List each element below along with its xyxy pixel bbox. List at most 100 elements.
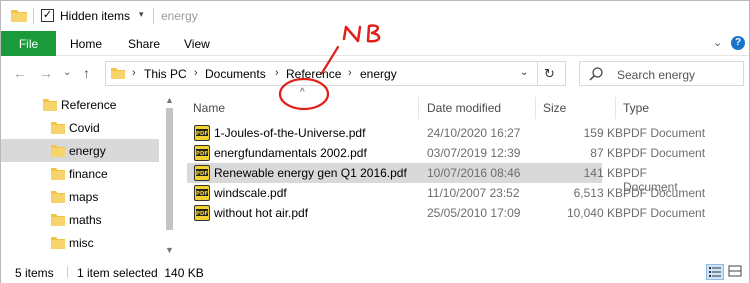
- address-divider: [537, 62, 538, 85]
- chevron-right-icon[interactable]: ›: [275, 67, 279, 79]
- file-date: 03/07/2019 12:39: [427, 146, 521, 160]
- help-icon[interactable]: ?: [731, 36, 745, 50]
- scroll-down-icon[interactable]: ▼: [165, 245, 174, 255]
- up-arrow-icon[interactable]: ↑: [83, 65, 90, 81]
- column-header-size[interactable]: Size: [543, 101, 566, 115]
- scroll-up-icon[interactable]: ▲: [165, 95, 174, 105]
- large-icons-view-icon: [728, 265, 742, 277]
- sidebar-item-reference[interactable]: Reference: [1, 93, 159, 116]
- file-row[interactable]: PDF Renewable energy gen Q1 2016.pdf 10/07…: [187, 163, 678, 194]
- folder-icon[interactable]: [11, 9, 27, 22]
- folder-icon: [111, 68, 125, 79]
- title-bar: ✓ Hidden items ▾ energy: [1, 1, 749, 31]
- tab-share[interactable]: Share: [128, 37, 160, 51]
- file-row[interactable]: PDF windscale.pdf 11/10/2007 23:52 6,513 KB…: [187, 183, 749, 203]
- svg-text:PDF: PDF: [196, 171, 209, 177]
- scroll-thumb[interactable]: [166, 108, 173, 230]
- folder-icon: [51, 237, 65, 249]
- chevron-right-icon[interactable]: ›: [348, 67, 352, 79]
- folder-icon: [43, 99, 57, 111]
- sidebar-item-label: maps: [69, 190, 99, 204]
- window-title: energy: [161, 9, 198, 23]
- sidebar-item-covid[interactable]: Covid: [1, 116, 159, 139]
- status-separator: [67, 266, 68, 278]
- sidebar-item-label: Covid: [69, 121, 100, 135]
- chevron-right-icon[interactable]: ›: [132, 67, 136, 79]
- hidden-items-checkbox[interactable]: ✓: [41, 9, 54, 22]
- breadcrumb-reference[interactable]: Reference: [286, 67, 341, 81]
- details-view-button[interactable]: [706, 264, 724, 280]
- file-size: 10,040 KB: [566, 206, 623, 220]
- breadcrumb-this-pc[interactable]: This PC: [144, 67, 187, 81]
- column-header-row: ^ Name Date modified Size Type: [183, 87, 749, 119]
- file-row[interactable]: PDF 1-Joules-of-the-Universe.pdf 24/10/202…: [187, 123, 749, 143]
- file-row[interactable]: PDF energfundamentals 2002.pdf 03/07/2019 …: [187, 143, 749, 163]
- address-bar[interactable]: › This PC › Documents › Reference › ener…: [105, 61, 566, 86]
- tab-file[interactable]: File: [1, 31, 56, 56]
- svg-text:PDF: PDF: [196, 151, 209, 157]
- sidebar-item-finance[interactable]: finance: [1, 162, 159, 185]
- hidden-items-label[interactable]: Hidden items: [60, 9, 130, 23]
- folder-icon: [51, 145, 65, 157]
- quick-access-dropdown-icon[interactable]: ▾: [139, 9, 144, 20]
- file-date: 25/05/2010 17:09: [427, 206, 521, 220]
- search-box[interactable]: Search energy: [579, 61, 744, 86]
- ribbon-tabs: File Home Share View ⌄ ?: [1, 31, 749, 56]
- column-header-type[interactable]: Type: [623, 101, 649, 115]
- nav-scrollbar[interactable]: ▲ ▼: [161, 93, 178, 261]
- column-header-name[interactable]: Name: [193, 101, 225, 115]
- pdf-icon: PDF: [194, 145, 210, 161]
- search-icon: [589, 67, 603, 81]
- toolbar-separator: [153, 8, 154, 24]
- file-type: PDF Document: [623, 146, 706, 160]
- details-view-icon: [709, 267, 721, 277]
- file-name: windscale.pdf: [214, 186, 287, 200]
- forward-arrow-icon[interactable]: →: [39, 65, 53, 81]
- refresh-icon[interactable]: ↻: [544, 66, 555, 82]
- column-header-date[interactable]: Date modified: [427, 101, 501, 115]
- column-divider[interactable]: [615, 97, 616, 119]
- file-size: 141 KB: [583, 166, 623, 180]
- file-date: 24/10/2020 16:27: [427, 126, 521, 140]
- breadcrumb-documents[interactable]: Documents: [205, 67, 266, 81]
- pdf-icon: PDF: [194, 205, 210, 221]
- breadcrumb-energy[interactable]: energy: [360, 67, 397, 81]
- sidebar-item-maths[interactable]: maths: [1, 208, 159, 231]
- column-divider[interactable]: [535, 97, 536, 119]
- sidebar-item-label: finance: [69, 167, 108, 181]
- svg-text:PDF: PDF: [196, 191, 209, 197]
- file-type: PDF Document: [623, 206, 706, 220]
- sort-ascending-icon: ^: [300, 87, 305, 98]
- expand-ribbon-icon[interactable]: ⌄: [713, 36, 722, 49]
- column-divider[interactable]: [418, 97, 419, 119]
- file-name: 1-Joules-of-the-Universe.pdf: [214, 126, 366, 140]
- sidebar-item-label: Reference: [61, 98, 117, 112]
- large-icons-view-button[interactable]: [727, 264, 745, 280]
- navigation-row: ← → ⌄ ↑ › This PC › Documents › Referenc…: [1, 57, 749, 91]
- file-date: 11/10/2007 23:52: [427, 186, 520, 200]
- status-bar: 5 items 1 item selected 140 KB: [1, 261, 749, 283]
- file-row[interactable]: PDF without hot air.pdf 25/05/2010 17:09 10…: [187, 203, 749, 223]
- item-count: 5 items: [15, 266, 54, 280]
- file-date: 10/07/2016 08:46: [427, 166, 521, 180]
- sidebar-item-label: maths: [69, 213, 102, 227]
- file-size: 159 KB: [583, 126, 623, 140]
- chevron-right-icon[interactable]: ›: [194, 67, 198, 79]
- pdf-icon: PDF: [194, 165, 210, 181]
- file-type: PDF Document: [623, 126, 706, 140]
- sidebar-item-maps[interactable]: maps: [1, 185, 159, 208]
- pdf-icon: PDF: [194, 125, 210, 141]
- recent-locations-icon[interactable]: ⌄: [63, 67, 71, 78]
- folder-icon: [51, 122, 65, 134]
- address-dropdown-icon[interactable]: ⌄: [520, 67, 528, 78]
- navigation-pane: Reference Covid energy finance maps maths misc: [1, 93, 159, 261]
- pdf-icon: PDF: [194, 185, 210, 201]
- back-arrow-icon[interactable]: ←: [13, 65, 27, 81]
- search-input[interactable]: Search energy: [617, 68, 695, 82]
- sidebar-item-label: misc: [69, 236, 94, 250]
- sidebar-item-misc[interactable]: misc: [1, 231, 159, 254]
- sidebar-item-energy[interactable]: energy: [1, 139, 159, 162]
- file-name: Renewable energy gen Q1 2016.pdf: [214, 166, 407, 180]
- tab-home[interactable]: Home: [70, 37, 102, 51]
- tab-view[interactable]: View: [184, 37, 210, 51]
